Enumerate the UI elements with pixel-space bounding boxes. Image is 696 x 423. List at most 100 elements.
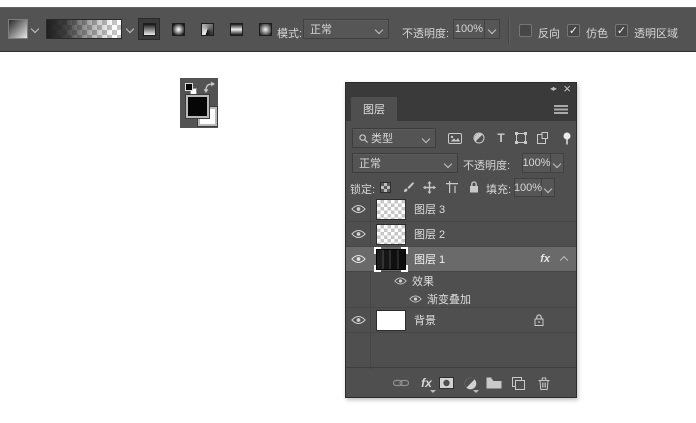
linear-gradient-button[interactable]	[138, 18, 160, 40]
filter-kind-value: 类型	[371, 133, 393, 145]
visibility-eye-icon[interactable]	[351, 254, 366, 264]
blend-mode-value: 正常	[359, 158, 381, 170]
default-colors-icon[interactable]	[185, 83, 193, 91]
fx-badge[interactable]: fx	[540, 253, 550, 265]
adjustment-dropdown-arrow-icon	[473, 390, 479, 393]
filter-type-layers-button[interactable]: T	[492, 130, 510, 146]
fill-value-box[interactable]: 100%	[514, 178, 542, 197]
new-layer-icon	[512, 376, 525, 390]
transparency-label: 透明区域	[634, 28, 678, 40]
swap-colors-icon[interactable]	[203, 81, 215, 93]
selection-corner	[374, 247, 381, 254]
tool-preset-icon[interactable]	[8, 19, 28, 39]
layer-row-selected[interactable]: 图层 1 fx	[346, 247, 576, 272]
new-adjustment-layer-button[interactable]	[462, 375, 479, 391]
filter-shape-layers-button[interactable]	[512, 130, 530, 146]
lock-image-pixels-button[interactable]	[399, 179, 416, 195]
background-layer-row[interactable]: 背景	[346, 308, 576, 333]
check-icon: ✓	[568, 25, 579, 37]
delete-layer-button[interactable]	[535, 375, 552, 391]
new-layer-button[interactable]	[510, 375, 527, 391]
layer-name[interactable]: 背景	[414, 312, 436, 328]
visibility-eye-icon[interactable]	[409, 294, 422, 303]
new-group-button[interactable]	[485, 375, 502, 391]
diamond-gradient-icon	[258, 22, 272, 36]
lock-label: 锁定:	[350, 184, 376, 196]
filter-smart-objects-button[interactable]	[533, 130, 551, 146]
image-icon	[448, 132, 462, 144]
tool-preset-chevron-icon[interactable]	[30, 24, 40, 34]
layer-style-button[interactable]: fx	[418, 375, 435, 391]
reflected-gradient-button[interactable]	[225, 18, 247, 40]
panel-opacity-label: 不透明度:	[463, 160, 511, 172]
fill-label: 填充:	[486, 184, 512, 196]
layers-panel: ◂▸ × 图层 类型 T 正常 不透明度: 100% 锁定: 填充: 100% …	[345, 82, 577, 398]
panel-menu-icon[interactable]	[554, 105, 568, 114]
diamond-gradient-button[interactable]	[254, 18, 276, 40]
collapse-effects-chevron-icon[interactable]	[559, 255, 569, 265]
layer-thumbnail[interactable]	[374, 247, 408, 272]
add-layer-mask-button[interactable]	[438, 375, 455, 391]
effects-header-row[interactable]: 效果	[346, 272, 576, 290]
adjustment-circle-icon	[473, 132, 485, 144]
visibility-eye-icon[interactable]	[351, 315, 366, 325]
filter-adjustment-layers-button[interactable]	[470, 130, 488, 146]
divider	[508, 17, 509, 44]
blend-mode-select[interactable]: 正常	[352, 153, 458, 173]
layer-row[interactable]: 图层 3	[346, 197, 576, 222]
foreground-color-swatch[interactable]	[186, 95, 209, 118]
filter-row: 类型 T	[346, 128, 576, 148]
layer-name[interactable]: 图层 3	[414, 201, 445, 217]
mask-icon	[439, 377, 454, 389]
effect-item-row[interactable]: 渐变叠加	[346, 290, 576, 308]
tab-layers[interactable]: 图层	[351, 97, 397, 121]
reflected-gradient-icon	[229, 22, 243, 36]
visibility-eye-icon[interactable]	[351, 229, 366, 239]
opacity-label: 不透明度:	[402, 28, 450, 40]
filter-kind-select[interactable]: 类型	[352, 128, 436, 148]
close-panel-icon[interactable]: ×	[563, 82, 571, 96]
move-icon	[423, 180, 436, 194]
visibility-eye-icon[interactable]	[394, 277, 407, 286]
panel-opacity-chevron-button[interactable]	[551, 153, 564, 173]
opacity-chevron-button[interactable]	[485, 19, 500, 39]
panel-bottom-toolbar: fx	[346, 367, 576, 397]
layer-thumbnail[interactable]	[376, 199, 406, 220]
gradient-overlay-label[interactable]: 渐变叠加	[427, 291, 471, 307]
fill-chevron-button[interactable]	[542, 178, 555, 197]
lock-transparent-pixels-button[interactable]	[377, 179, 394, 195]
transparency-checkbox[interactable]: ✓	[615, 24, 628, 37]
gradient-picker-chevron-icon[interactable]	[125, 24, 135, 34]
effects-label[interactable]: 效果	[412, 273, 434, 289]
radial-gradient-button[interactable]	[167, 18, 189, 40]
linear-gradient-icon	[142, 22, 156, 36]
layer-name[interactable]: 图层 1	[414, 251, 445, 267]
layer-row[interactable]: 图层 2	[346, 222, 576, 247]
reverse-checkbox[interactable]	[519, 24, 532, 37]
link-layers-button[interactable]	[392, 375, 409, 391]
lock-position-button[interactable]	[421, 179, 438, 195]
layer-thumbnail[interactable]	[376, 310, 406, 331]
dither-checkbox[interactable]: ✓	[567, 24, 580, 37]
selection-corner	[401, 247, 408, 254]
layer-thumbnail[interactable]	[376, 224, 406, 245]
panel-opacity-value: 100%	[522, 157, 551, 169]
selection-corner	[374, 265, 381, 272]
filter-toggle-button[interactable]	[558, 130, 576, 146]
collapse-panel-icon[interactable]: ◂▸	[550, 84, 557, 93]
selection-corner	[401, 265, 408, 272]
angle-gradient-icon	[200, 22, 214, 36]
opacity-value-box[interactable]: 100%	[453, 19, 485, 39]
lock-artboard-button[interactable]	[443, 179, 460, 195]
angle-gradient-button[interactable]	[196, 18, 218, 40]
visibility-eye-icon[interactable]	[351, 204, 366, 214]
trash-icon	[538, 377, 549, 390]
mode-select[interactable]: 正常	[303, 19, 389, 39]
filter-pixel-layers-button[interactable]	[446, 130, 464, 146]
lock-all-button[interactable]	[465, 179, 482, 195]
lock-icon	[469, 181, 478, 193]
layer-name[interactable]: 图层 2	[414, 226, 445, 242]
folder-icon	[486, 377, 501, 389]
panel-opacity-value-box[interactable]: 100%	[522, 153, 551, 173]
gradient-preview-swatch[interactable]	[46, 19, 122, 39]
